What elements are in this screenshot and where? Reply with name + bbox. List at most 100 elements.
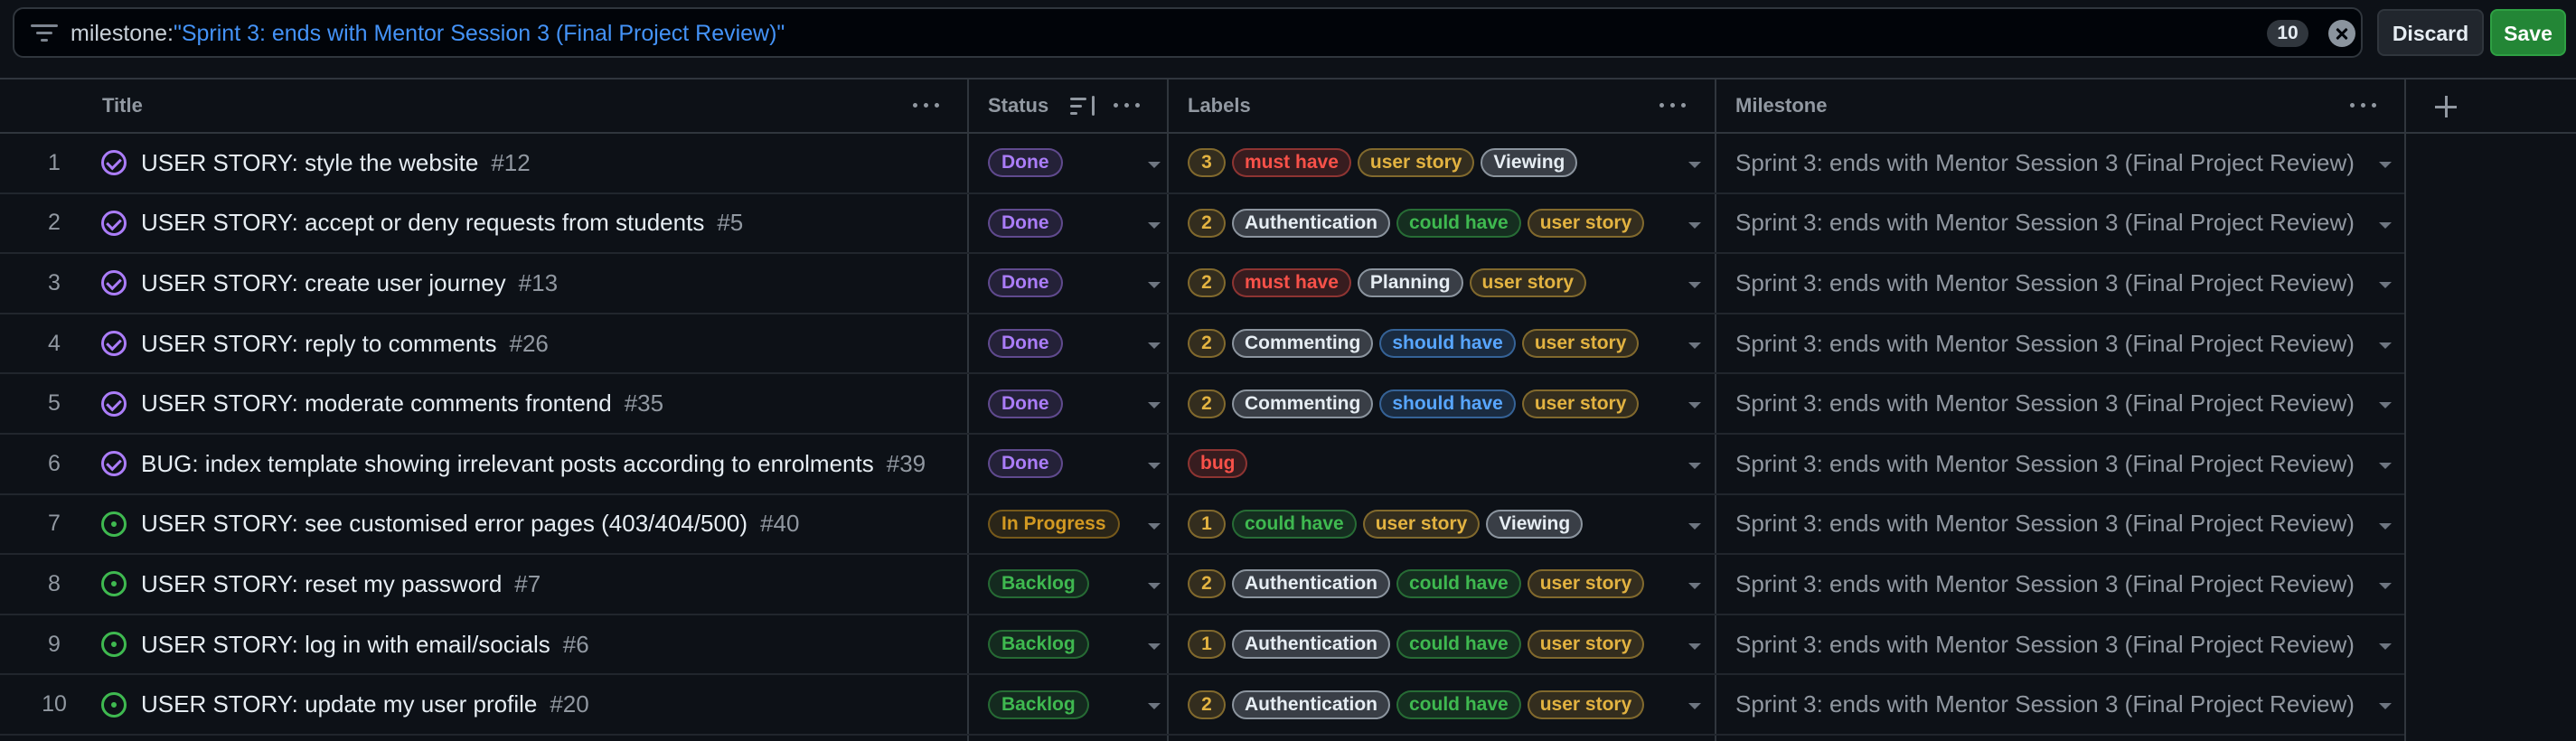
- sort-ascending-icon[interactable]: [1070, 94, 1097, 117]
- label-badge[interactable]: user story: [1521, 389, 1640, 418]
- status-dropdown-caret-icon[interactable]: [1148, 703, 1161, 710]
- labels-cell[interactable]: 3 must have user story Viewing: [1188, 134, 1694, 192]
- column-header-milestone[interactable]: Milestone: [1735, 80, 1827, 132]
- issue-title-link[interactable]: USER STORY: style the website: [141, 149, 478, 177]
- issue-title-link[interactable]: USER STORY: reset my password: [141, 570, 502, 598]
- issue-number[interactable]: #5: [717, 209, 743, 237]
- labels-dropdown-caret-icon[interactable]: [1688, 463, 1701, 469]
- label-badge[interactable]: Authentication: [1232, 630, 1390, 660]
- status-dropdown-caret-icon[interactable]: [1148, 342, 1161, 349]
- issue-number[interactable]: #13: [519, 269, 558, 297]
- table-row[interactable]: 3 USER STORY: create user journey #13 Done 2…: [0, 254, 2404, 314]
- status-dropdown-caret-icon[interactable]: [1148, 522, 1161, 530]
- status-dropdown-caret-icon[interactable]: [1148, 162, 1161, 168]
- labels-dropdown-caret-icon[interactable]: [1688, 162, 1701, 168]
- status-badge[interactable]: Done: [988, 208, 1063, 238]
- label-count-badge[interactable]: 1: [1188, 509, 1226, 539]
- status-dropdown-caret-icon[interactable]: [1148, 463, 1161, 469]
- label-badge[interactable]: user story: [1521, 329, 1640, 359]
- issue-number[interactable]: #20: [550, 690, 588, 718]
- label-badge[interactable]: user story: [1362, 509, 1481, 539]
- milestone-value[interactable]: Sprint 3: ends with Mentor Session 3 (Fi…: [1735, 314, 2386, 373]
- milestone-value[interactable]: Sprint 3: ends with Mentor Session 3 (Fi…: [1735, 615, 2386, 674]
- label-badge[interactable]: user story: [1527, 689, 1645, 719]
- title-cell[interactable]: USER STORY: log in with email/socials #6: [101, 615, 969, 674]
- title-cell[interactable]: BUG: index template showing irrelevant p…: [101, 435, 969, 493]
- issue-number[interactable]: #7: [514, 570, 541, 598]
- status-cell[interactable]: Done: [988, 314, 1169, 373]
- issue-number[interactable]: #12: [491, 149, 530, 177]
- label-count-badge[interactable]: 2: [1188, 329, 1226, 359]
- milestone-value[interactable]: Sprint 3: ends with Mentor Session 3 (Fi…: [1735, 194, 2386, 253]
- table-row[interactable]: 7 USER STORY: see customised error pages …: [0, 495, 2404, 556]
- labels-dropdown-caret-icon[interactable]: [1688, 282, 1701, 289]
- labels-dropdown-caret-icon[interactable]: [1688, 221, 1701, 229]
- label-badge[interactable]: user story: [1469, 268, 1587, 298]
- labels-column-menu-icon[interactable]: [1659, 103, 1687, 108]
- milestone-value[interactable]: Sprint 3: ends with Mentor Session 3 (Fi…: [1735, 555, 2386, 614]
- status-cell[interactable]: Backlog: [988, 615, 1169, 674]
- status-badge[interactable]: Done: [988, 389, 1063, 418]
- table-row[interactable]: 1 USER STORY: style the website #12 Done 3 mu…: [0, 134, 2404, 194]
- issue-title-link[interactable]: USER STORY: accept or deny requests from…: [141, 209, 704, 237]
- labels-cell[interactable]: 2 Authentication could have user story: [1188, 555, 1694, 614]
- labels-dropdown-caret-icon[interactable]: [1688, 703, 1701, 710]
- status-badge[interactable]: Done: [988, 449, 1063, 479]
- milestone-dropdown-caret-icon[interactable]: [2379, 522, 2392, 530]
- milestone-dropdown-caret-icon[interactable]: [2379, 162, 2392, 168]
- label-badge[interactable]: user story: [1527, 630, 1645, 660]
- milestone-column-menu-icon[interactable]: [2350, 103, 2377, 108]
- milestone-value[interactable]: Sprint 3: ends with Mentor Session 3 (Fi…: [1735, 495, 2386, 554]
- status-cell[interactable]: Done: [988, 435, 1169, 493]
- label-badge[interactable]: Commenting: [1232, 389, 1374, 418]
- table-row[interactable]: 6 BUG: index template showing irrelevant …: [0, 435, 2404, 495]
- label-count-badge[interactable]: 3: [1188, 148, 1226, 178]
- status-cell[interactable]: Backlog: [988, 675, 1169, 734]
- title-cell[interactable]: USER STORY: accept or deny requests from…: [101, 194, 969, 253]
- labels-cell[interactable]: 2 must have Planning user story: [1188, 254, 1694, 313]
- issue-title-link[interactable]: USER STORY: update my user profile: [141, 690, 537, 718]
- status-badge[interactable]: Done: [988, 329, 1063, 359]
- labels-dropdown-caret-icon[interactable]: [1688, 583, 1701, 590]
- status-cell[interactable]: Done: [988, 254, 1169, 313]
- label-badge[interactable]: could have: [1396, 208, 1521, 238]
- labels-dropdown-caret-icon[interactable]: [1688, 522, 1701, 530]
- label-badge[interactable]: Authentication: [1232, 689, 1390, 719]
- labels-dropdown-caret-icon[interactable]: [1688, 643, 1701, 650]
- title-cell[interactable]: USER STORY: create user journey #13: [101, 254, 969, 313]
- column-header-title[interactable]: Title: [102, 80, 143, 132]
- status-dropdown-caret-icon[interactable]: [1148, 402, 1161, 409]
- label-badge[interactable]: Authentication: [1232, 569, 1390, 599]
- milestone-value[interactable]: Sprint 3: ends with Mentor Session 3 (Fi…: [1735, 134, 2386, 192]
- label-badge[interactable]: user story: [1527, 208, 1645, 238]
- label-badge[interactable]: must have: [1232, 268, 1351, 298]
- milestone-dropdown-caret-icon[interactable]: [2379, 402, 2392, 409]
- discard-button[interactable]: Discard: [2377, 9, 2484, 56]
- status-badge[interactable]: In Progress: [988, 509, 1120, 539]
- status-cell[interactable]: In Progress: [988, 495, 1169, 554]
- status-badge[interactable]: Backlog: [988, 569, 1089, 599]
- table-row[interactable]: 8 USER STORY: reset my password #7 Backlog 2…: [0, 555, 2404, 615]
- label-badge[interactable]: could have: [1232, 509, 1357, 539]
- status-dropdown-caret-icon[interactable]: [1148, 643, 1161, 650]
- label-badge[interactable]: could have: [1396, 689, 1521, 719]
- status-badge[interactable]: Backlog: [988, 630, 1089, 660]
- issue-title-link[interactable]: USER STORY: reply to comments: [141, 330, 497, 358]
- status-cell[interactable]: Done: [988, 134, 1169, 192]
- status-cell[interactable]: Done: [988, 194, 1169, 253]
- status-badge[interactable]: Done: [988, 268, 1063, 298]
- title-column-menu-icon[interactable]: [913, 103, 940, 108]
- label-count-badge[interactable]: 2: [1188, 208, 1226, 238]
- table-row[interactable]: 5 USER STORY: moderate comments frontend #…: [0, 374, 2404, 435]
- status-column-menu-icon[interactable]: [1114, 103, 1141, 108]
- milestone-dropdown-caret-icon[interactable]: [2379, 342, 2392, 349]
- filter-input[interactable]: milestone:"Sprint 3: ends with Mentor Se…: [13, 7, 2363, 58]
- table-row[interactable]: 4 USER STORY: reply to comments #26 Done 2 Co…: [0, 314, 2404, 375]
- issue-title-link[interactable]: USER STORY: log in with email/socials: [141, 631, 550, 659]
- label-badge[interactable]: should have: [1379, 329, 1516, 359]
- milestone-dropdown-caret-icon[interactable]: [2379, 221, 2392, 229]
- title-cell[interactable]: USER STORY: see customised error pages (…: [101, 495, 969, 554]
- title-cell[interactable]: USER STORY: reply to comments #26: [101, 314, 969, 373]
- milestone-dropdown-caret-icon[interactable]: [2379, 703, 2392, 710]
- label-badge[interactable]: Viewing: [1486, 509, 1584, 539]
